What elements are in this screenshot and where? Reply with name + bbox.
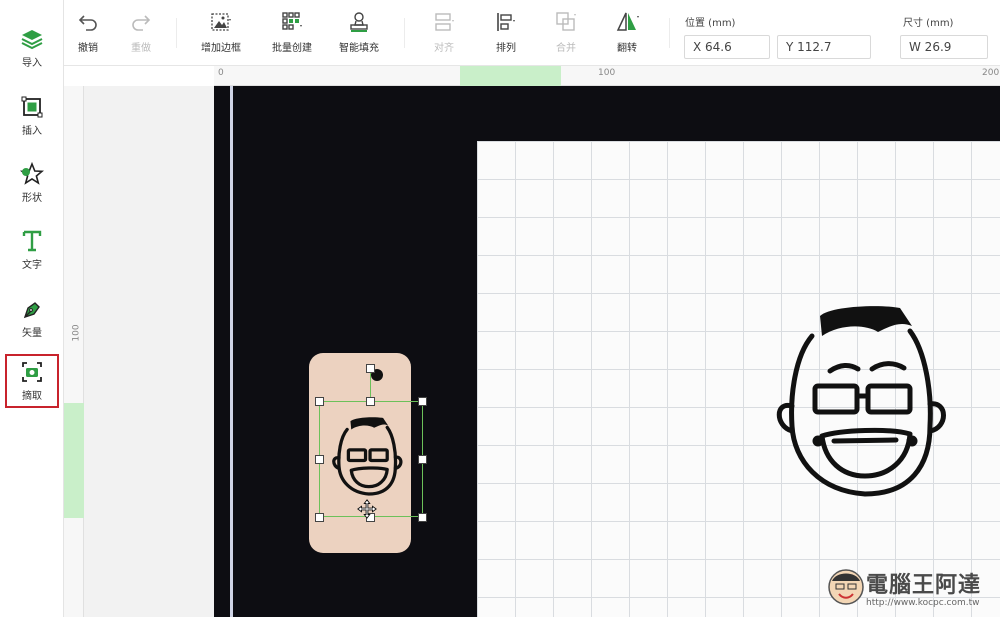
text-icon bbox=[22, 230, 42, 252]
rotate-handle[interactable] bbox=[366, 364, 375, 373]
sidebar-item-shape[interactable]: 形状 bbox=[6, 155, 58, 211]
top-toolbar: 撤销 重做 增加边框 批量创建 智能填充 对齐 排列 合并 翻转 位置 (mm)… bbox=[64, 0, 1000, 66]
laser-bed-edge bbox=[230, 86, 233, 617]
size-title: 尺寸 (mm) bbox=[903, 18, 954, 29]
face-drawing bbox=[776, 306, 946, 497]
batch-create-button[interactable]: 批量创建 bbox=[257, 10, 327, 54]
size-width-field[interactable]: W 26.9 bbox=[900, 35, 988, 59]
batch-grid-icon bbox=[282, 12, 302, 30]
flip-label: 翻转 bbox=[617, 43, 637, 54]
ruler-label: 100 bbox=[71, 324, 82, 342]
resize-handle-ne[interactable] bbox=[418, 397, 427, 406]
position-x-field[interactable]: X 64.6 bbox=[684, 35, 770, 59]
capture-icon bbox=[22, 362, 42, 382]
sidebar-item-label: 摘取 bbox=[22, 391, 42, 402]
layers-icon bbox=[21, 30, 43, 50]
sidebar-item-label: 文字 bbox=[22, 260, 42, 271]
left-sidebar: 导入 插入 形状 文字 矢量 摘取 bbox=[0, 0, 64, 617]
watermark: 電腦王阿達 http://www.kocpc.com.tw bbox=[826, 565, 996, 613]
add-border-button[interactable]: 增加边框 bbox=[186, 10, 256, 54]
position-title: 位置 (mm) bbox=[685, 18, 736, 29]
arrange-label: 排列 bbox=[496, 43, 516, 54]
sidebar-item-label: 矢量 bbox=[22, 328, 42, 339]
smart-fill-button[interactable]: 智能填充 bbox=[324, 10, 394, 54]
sidebar-item-vector[interactable]: 矢量 bbox=[6, 290, 58, 346]
resize-handle-e[interactable] bbox=[418, 455, 427, 464]
sidebar-item-label: 插入 bbox=[22, 126, 42, 137]
sidebar-item-capture[interactable]: 摘取 bbox=[5, 354, 59, 408]
resize-handle-se[interactable] bbox=[418, 513, 427, 522]
merge-label: 合并 bbox=[556, 43, 576, 54]
watermark-url: http://www.kocpc.com.tw bbox=[866, 598, 980, 608]
watermark-title: 電腦王阿達 bbox=[866, 573, 982, 598]
ruler-label: 200 bbox=[982, 68, 1000, 78]
shape-icon bbox=[20, 162, 44, 185]
align-button[interactable]: 对齐 bbox=[409, 10, 479, 54]
insert-image-icon bbox=[21, 96, 43, 118]
smart-fill-label: 智能填充 bbox=[339, 43, 379, 54]
pen-icon bbox=[23, 302, 40, 319]
batch-create-label: 批量创建 bbox=[272, 43, 312, 54]
sidebar-item-insert[interactable]: 插入 bbox=[6, 88, 58, 144]
redo-icon bbox=[132, 15, 151, 31]
canvas-margin bbox=[84, 86, 214, 617]
toolbar-divider bbox=[669, 18, 670, 48]
stamp-icon bbox=[350, 12, 368, 32]
flip-icon bbox=[616, 12, 639, 31]
align-label: 对齐 bbox=[434, 43, 454, 54]
vertical-ruler: 100 bbox=[64, 86, 84, 617]
sidebar-item-label: 导入 bbox=[22, 58, 42, 69]
sidebar-item-import[interactable]: 导入 bbox=[6, 20, 58, 76]
toolbar-divider bbox=[404, 18, 405, 48]
add-border-icon bbox=[211, 13, 231, 31]
position-y-field[interactable]: Y 112.7 bbox=[777, 35, 871, 59]
horizontal-ruler: 0 100 200 bbox=[214, 66, 1000, 86]
resize-handle-n[interactable] bbox=[366, 397, 375, 406]
toolbar-divider bbox=[176, 18, 177, 48]
align-icon bbox=[435, 13, 454, 31]
redo-button[interactable]: 重做 bbox=[106, 10, 176, 54]
undo-label: 撤销 bbox=[78, 43, 98, 54]
resize-handle-w[interactable] bbox=[315, 455, 324, 464]
mascot-logo-icon bbox=[828, 569, 864, 605]
ruler-label: 100 bbox=[598, 68, 616, 78]
merge-icon bbox=[556, 12, 576, 31]
undo-icon bbox=[78, 15, 97, 31]
sidebar-item-text[interactable]: 文字 bbox=[6, 222, 58, 278]
ruler-selection-highlight bbox=[64, 403, 84, 518]
work-canvas[interactable] bbox=[214, 86, 1000, 617]
ruler-label: 0 bbox=[218, 68, 224, 78]
resize-handle-nw[interactable] bbox=[315, 397, 324, 406]
ruler-selection-highlight bbox=[460, 66, 561, 86]
move-cursor-icon bbox=[357, 499, 377, 519]
redo-label: 重做 bbox=[131, 43, 151, 54]
sidebar-item-label: 形状 bbox=[22, 193, 42, 204]
arrange-icon bbox=[497, 13, 515, 31]
resize-handle-sw[interactable] bbox=[315, 513, 324, 522]
add-border-label: 增加边框 bbox=[201, 43, 241, 54]
flip-button[interactable]: 翻转 bbox=[592, 10, 662, 54]
merge-button[interactable]: 合并 bbox=[531, 10, 601, 54]
